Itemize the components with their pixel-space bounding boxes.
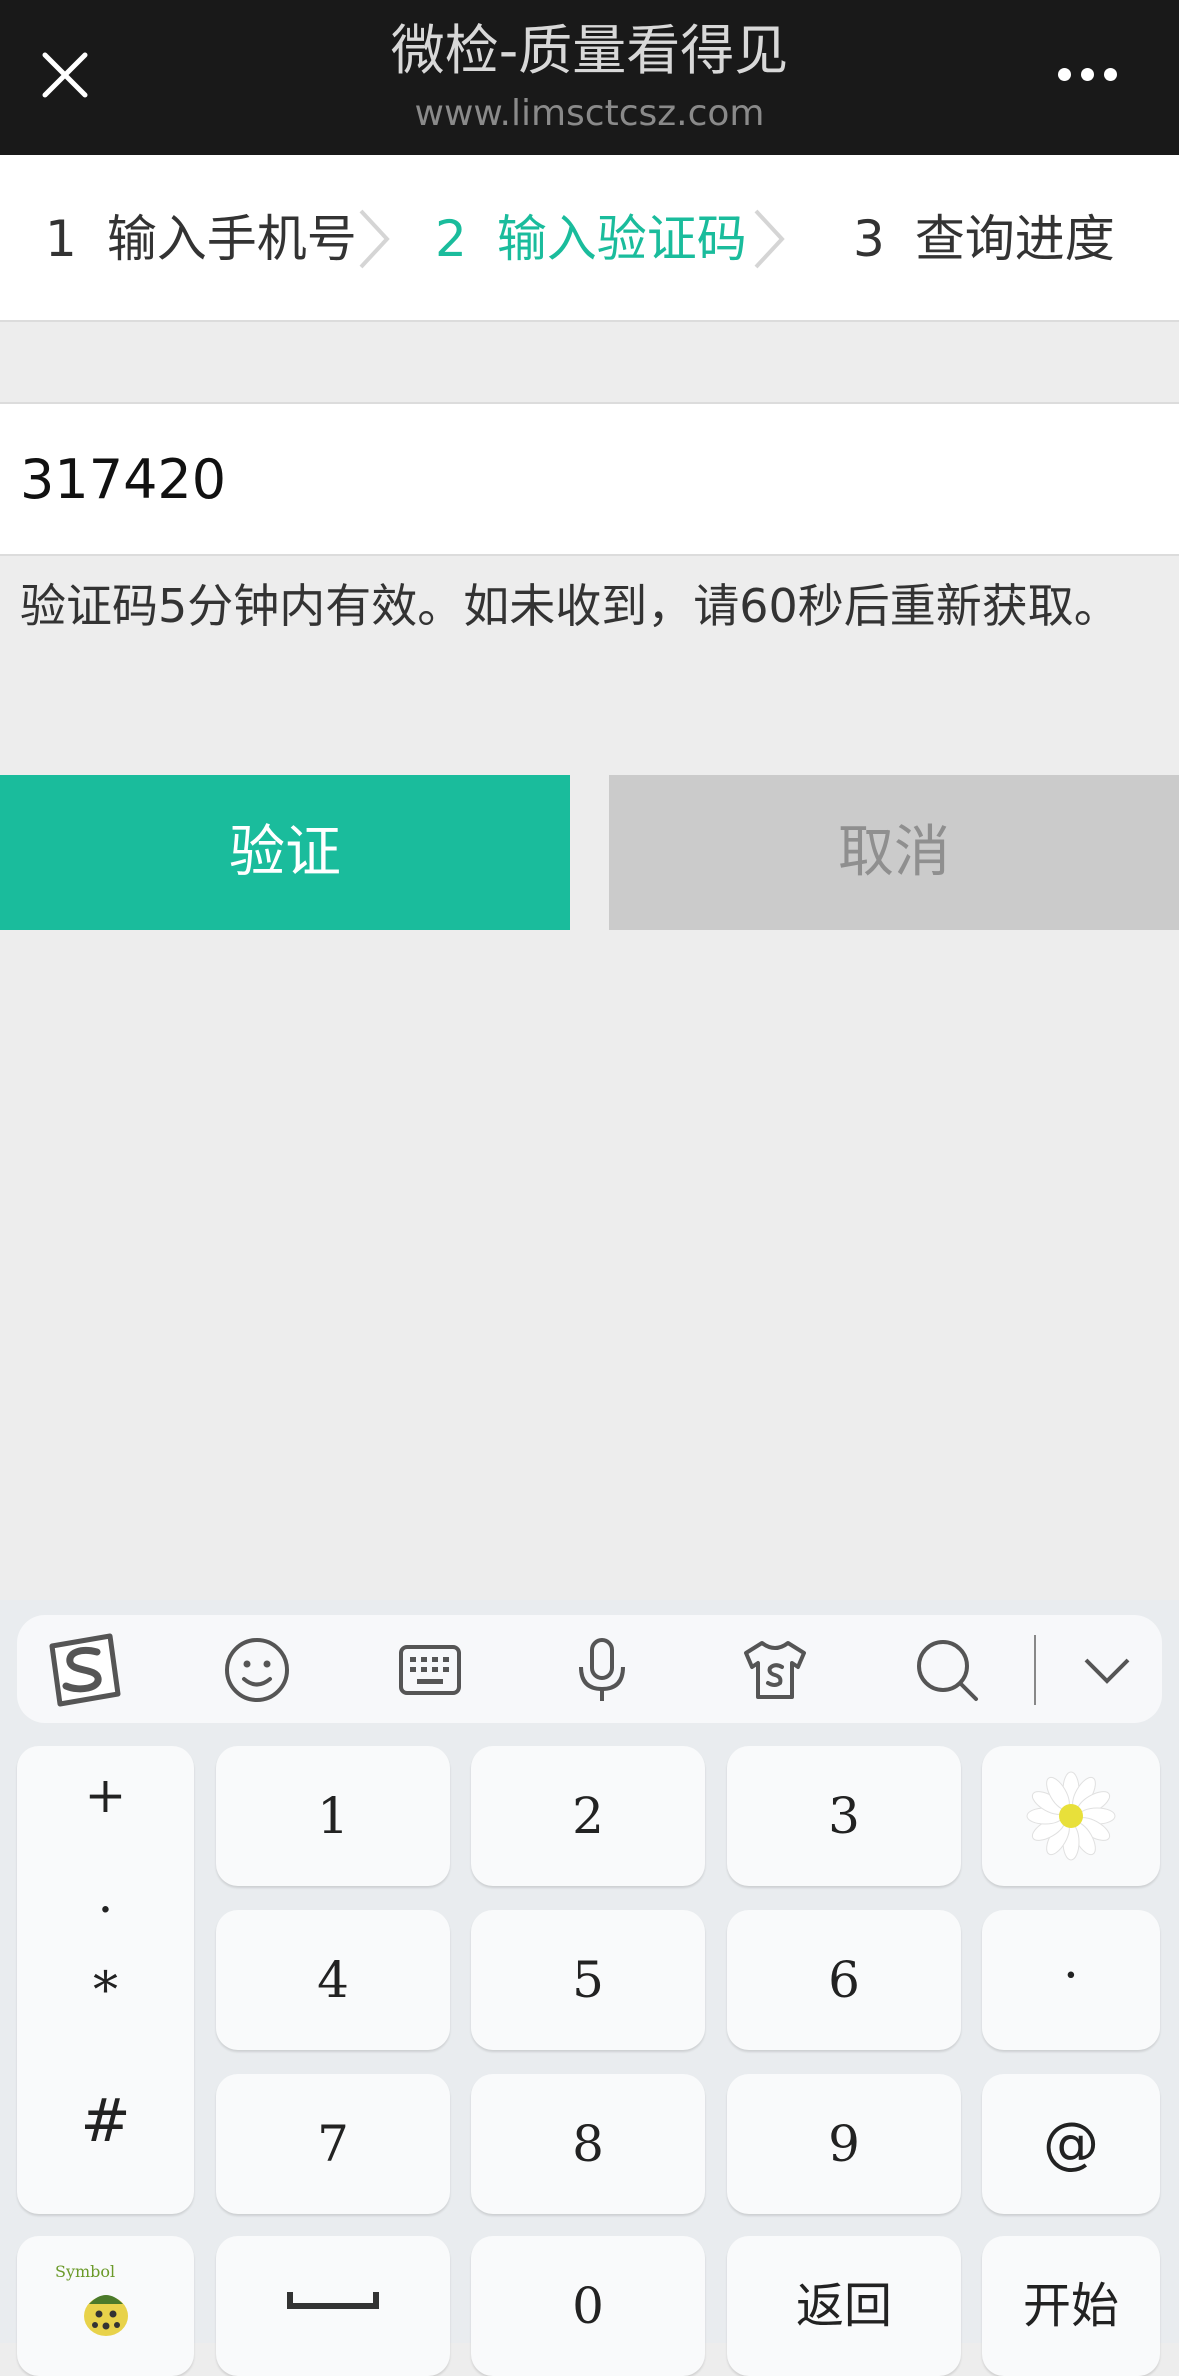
key-7[interactable]: 7 [216, 2074, 450, 2214]
symbol-label: Symbol [55, 2262, 116, 2281]
key-2[interactable]: 2 [471, 1746, 705, 1886]
key-4[interactable]: 4 [216, 1910, 450, 2050]
daisy-icon [1026, 1771, 1116, 1861]
plus-symbol[interactable]: + [17, 1766, 194, 1824]
cancel-button[interactable]: 取消 [609, 775, 1179, 930]
asterisk-symbol[interactable]: * [17, 1961, 194, 2019]
key-6[interactable]: 6 [727, 1910, 961, 2050]
sogou-logo-icon[interactable] [42, 1630, 124, 1712]
step-number: 2 [435, 210, 467, 268]
key-9[interactable]: 9 [727, 2074, 961, 2214]
symbol-key[interactable]: Symbol [17, 2236, 194, 2376]
code-hint: 验证码5分钟内有效。如未收到，请60秒后重新获取。 [20, 579, 1120, 633]
code-field-container [0, 402, 1179, 556]
period-symbol[interactable]: . [17, 1866, 194, 1924]
space-icon [287, 2292, 379, 2309]
ladybug-icon [84, 2295, 128, 2336]
page-url: www.limsctcsz.com [414, 93, 765, 134]
keyboard-icon[interactable] [395, 1635, 465, 1705]
verification-code-input[interactable] [20, 444, 1120, 514]
at-key[interactable]: @ [982, 2074, 1160, 2214]
skin-icon[interactable] [740, 1635, 810, 1705]
step-label: 输入手机号 [106, 210, 357, 268]
step-number: 1 [45, 210, 77, 268]
search-icon[interactable] [912, 1635, 982, 1705]
microphone-icon[interactable] [567, 1635, 637, 1705]
page-title: 微检-质量看得见 [390, 19, 789, 82]
step-label: 输入验证码 [496, 210, 747, 268]
emoji-icon[interactable] [222, 1635, 292, 1705]
key-0[interactable]: 0 [471, 2236, 705, 2376]
hash-symbol[interactable]: # [17, 2086, 194, 2156]
key-3[interactable]: 3 [727, 1746, 961, 1886]
close-icon [42, 52, 88, 98]
close-button[interactable] [30, 40, 100, 110]
more-button[interactable] [1050, 50, 1125, 100]
verify-button[interactable]: 验证 [0, 775, 570, 930]
back-key[interactable]: 返回 [727, 2236, 961, 2376]
space-key[interactable] [216, 2236, 450, 2376]
step-3: 3 查询进度 [853, 207, 1115, 271]
toolbar-divider [1034, 1635, 1036, 1705]
step-1: 1 输入手机号 [45, 207, 357, 271]
collapse-icon[interactable] [1072, 1635, 1142, 1705]
step-label: 查询进度 [914, 210, 1115, 268]
daisy-key[interactable] [982, 1746, 1160, 1886]
step-indicator: 1 输入手机号 2 输入验证码 3 查询进度 [0, 155, 1179, 322]
key-5[interactable]: 5 [471, 1910, 705, 2050]
chevron-right-icon [359, 209, 390, 269]
key-1[interactable]: 1 [216, 1746, 450, 1886]
key-8[interactable]: 8 [471, 2074, 705, 2214]
step-number: 3 [853, 210, 885, 268]
dot-key[interactable]: · [982, 1910, 1160, 2050]
symbol-column-key[interactable]: + . * # [17, 1746, 194, 2214]
start-key[interactable]: 开始 [982, 2236, 1160, 2376]
step-2: 2 输入验证码 [435, 207, 747, 271]
keyboard-toolbar [17, 1615, 1162, 1723]
chevron-right-icon [754, 209, 785, 269]
